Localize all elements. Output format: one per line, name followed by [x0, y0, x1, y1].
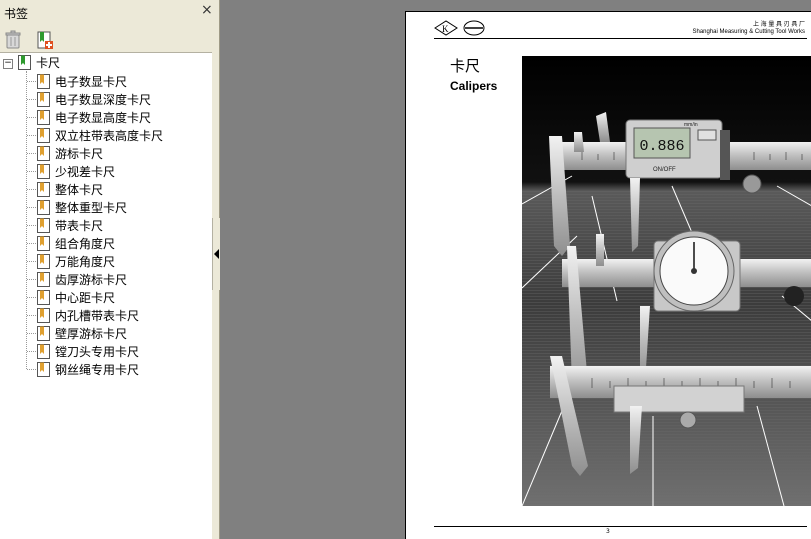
- bookmark-icon: [37, 325, 50, 341]
- footer-rule: [434, 526, 807, 527]
- tree-connector: [27, 171, 36, 172]
- bookmark-item[interactable]: 万能角度尺: [37, 252, 115, 270]
- bookmark-label: 整体卡尺: [55, 182, 104, 197]
- tree-connector: [27, 189, 36, 190]
- bookmark-icon: [37, 127, 50, 143]
- bookmark-label: 内孔槽带表卡尺: [55, 308, 140, 323]
- bookmark-label: 电子数显卡尺: [55, 74, 128, 89]
- tree-connector: [27, 99, 36, 100]
- bookmark-icon: [37, 91, 50, 107]
- page-title-cn: 卡尺: [450, 57, 481, 75]
- tree-connector: [27, 153, 36, 154]
- bookmark-icon: [37, 217, 50, 233]
- bookmark-item[interactable]: 电子数显卡尺: [37, 72, 127, 90]
- tree-connector: [27, 117, 36, 118]
- tree-connector: [27, 333, 36, 334]
- bookmark-item[interactable]: 内孔槽带表卡尺: [37, 306, 139, 324]
- bookmark-item[interactable]: 游标卡尺: [37, 144, 103, 162]
- bookmark-icon: [37, 163, 50, 179]
- tree-connector: [27, 279, 36, 280]
- close-icon[interactable]: ×: [201, 3, 213, 17]
- bookmark-label: 齿厚游标卡尺: [55, 272, 128, 287]
- bookmark-label: 组合角度尺: [55, 236, 116, 251]
- bookmark-icon: [37, 343, 50, 359]
- bookmark-icon: [37, 289, 50, 305]
- bookmark-icon: [37, 253, 50, 269]
- page-header: 上 海 量 具 刃 具 厂 Shanghai Measuring & Cutti…: [692, 22, 805, 36]
- bookmark-item[interactable]: 整体重型卡尺: [37, 198, 127, 216]
- tree-connector: [27, 315, 36, 316]
- bookmark-label: 镗刀头专用卡尺: [55, 344, 140, 359]
- page-title-en: Calipers: [450, 79, 498, 93]
- bookmark-item[interactable]: 电子数显深度卡尺: [37, 90, 151, 108]
- bookmark-label: 壁厚游标卡尺: [55, 326, 128, 341]
- bookmark-label: 少视差卡尺: [55, 164, 116, 179]
- bookmark-item[interactable]: 齿厚游标卡尺: [37, 270, 127, 288]
- header-rule: [434, 38, 807, 39]
- new-bookmark-icon[interactable]: [36, 30, 54, 50]
- bookmark-label: 游标卡尺: [55, 146, 104, 161]
- bookmark-label: 双立柱带表高度卡尺: [55, 128, 164, 143]
- tree-connector: [27, 81, 36, 82]
- bookmark-root-label: 卡尺: [36, 56, 61, 70]
- panel-title: 书签: [4, 7, 29, 21]
- bookmark-item[interactable]: 少视差卡尺: [37, 162, 115, 180]
- caliper-unit-label: mm/in: [684, 122, 698, 128]
- company-logo-icon: K: [434, 20, 485, 36]
- bookmark-icon: [37, 307, 50, 323]
- bookmark-label: 带表卡尺: [55, 218, 104, 233]
- header-company-en: Shanghai Measuring & Cutting Tool Works: [692, 29, 805, 35]
- bookmark-item[interactable]: 钢丝绳专用卡尺: [37, 360, 139, 378]
- bookmark-item[interactable]: 电子数显高度卡尺: [37, 108, 151, 126]
- bookmark-item[interactable]: 带表卡尺: [37, 216, 103, 234]
- tree-connector: [27, 135, 36, 136]
- trash-icon[interactable]: [4, 30, 22, 50]
- bookmark-item[interactable]: 双立柱带表高度卡尺: [37, 126, 163, 144]
- bookmark-item[interactable]: 壁厚游标卡尺: [37, 324, 127, 342]
- pdf-page: K 上 海 量 具 刃 具 厂 Shanghai Measuring & Cut…: [405, 11, 811, 539]
- bookmark-icon: [37, 235, 50, 251]
- caliper-button-label: ON/OFF: [653, 167, 676, 173]
- tree-connector: [27, 351, 36, 352]
- bookmark-tree: − 卡尺 电子数显卡尺电子数显深度卡尺 电子数显高度卡尺 双立柱带表高度卡尺 游标卡尺…: [0, 52, 212, 539]
- bookmark-label: 万能角度尺: [55, 254, 116, 269]
- tree-connector: [27, 261, 36, 262]
- tree-connector: [27, 297, 36, 298]
- bookmark-label: 中心距卡尺: [55, 290, 116, 305]
- bookmark-item[interactable]: 镗刀头专用卡尺: [37, 342, 139, 360]
- bookmark-icon: [37, 361, 50, 377]
- tree-connector: [27, 369, 36, 370]
- bookmark-root[interactable]: 卡尺: [18, 54, 60, 71]
- bookmark-label: 整体重型卡尺: [55, 200, 128, 215]
- caliper-readout: 0.886: [639, 138, 684, 155]
- bookmark-icon: [37, 73, 50, 89]
- svg-text:K: K: [442, 24, 449, 34]
- bookmark-item[interactable]: 组合角度尺: [37, 234, 115, 252]
- bookmark-icon: [37, 181, 50, 197]
- bookmark-item[interactable]: 中心距卡尺: [37, 288, 115, 306]
- bookmarks-panel: 书签 × − 卡尺 电子数显卡尺 电子数显深度卡尺 电子数显高度卡尺 双立柱带表…: [0, 0, 221, 539]
- tree-connector: [27, 207, 36, 208]
- tree-connector: [26, 71, 27, 369]
- collapse-toggle-icon[interactable]: −: [3, 59, 13, 69]
- header-company-cn: 上 海 量 具 刃 具 厂: [752, 22, 805, 28]
- bookmark-label: 电子数显高度卡尺: [55, 110, 152, 125]
- tree-connector: [27, 225, 36, 226]
- tree-connector: [27, 243, 36, 244]
- calipers-photo: 0.886 ON/OFF mm/in: [522, 56, 811, 506]
- bookmark-icon: [37, 271, 50, 287]
- page-number: 3: [606, 528, 610, 535]
- bookmark-icon: [37, 109, 50, 125]
- bookmark-icon: [18, 55, 31, 70]
- bookmark-item[interactable]: 整体卡尺: [37, 180, 103, 198]
- bookmark-label: 电子数显深度卡尺: [55, 92, 152, 107]
- bookmark-icon: [37, 199, 50, 215]
- bookmark-label: 钢丝绳专用卡尺: [55, 362, 140, 377]
- bookmark-icon: [37, 145, 50, 161]
